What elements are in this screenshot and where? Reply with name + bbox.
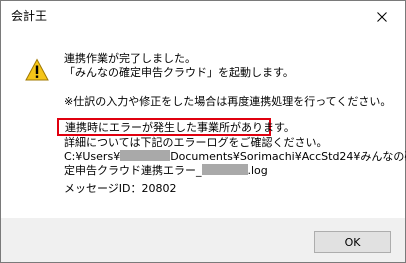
button-bar: OK bbox=[1, 218, 405, 262]
log-path-filename: 定申告クラウド連携エラー_ bbox=[64, 164, 202, 177]
warning-triangle-icon bbox=[25, 58, 49, 81]
title-bar: 会計王 bbox=[1, 1, 405, 32]
message-line-details: 詳細については下記のエラーログをご確認ください。 bbox=[64, 136, 328, 149]
window-title: 会計王 bbox=[11, 9, 48, 23]
log-path-line1: C:¥Users¥ Documents¥Sorimachi¥AccStd24¥みん… bbox=[64, 150, 406, 164]
dialog-content: 連携作業が完了しました。 「みんなの確定申告クラウド」を起動します。 ※仕訳の入… bbox=[1, 32, 406, 218]
log-path-folder: Documents¥Sorimachi¥AccStd24¥みんなの確 bbox=[170, 150, 406, 163]
message-line-note: ※仕訳の入力や修正をした場合は再度連携処理を行ってください。 bbox=[64, 95, 392, 108]
message-line-complete: 連携作業が完了しました。 bbox=[64, 52, 196, 65]
log-path-line2: 定申告クラウド連携エラー_ .log bbox=[64, 164, 268, 178]
log-path-prefix: C:¥Users¥ bbox=[64, 150, 121, 163]
close-button[interactable] bbox=[359, 1, 405, 32]
close-icon bbox=[377, 11, 387, 22]
message-id: メッセージID：20802 bbox=[64, 182, 177, 195]
ok-button[interactable]: OK bbox=[314, 231, 391, 253]
error-highlight-box: 連携時にエラーが発生した事業所があります。 bbox=[57, 118, 295, 136]
dialog-window: 会計王 連携作業が完了しました。 「みんなの確定申告クラウド」を起動します。 ※… bbox=[0, 0, 406, 263]
message-line-error: 連携時にエラーが発生した事業所があります。 bbox=[65, 121, 295, 134]
message-line-launch: 「みんなの確定申告クラウド」を起動します。 bbox=[64, 66, 294, 79]
log-path-extension: .log bbox=[247, 164, 268, 177]
redacted-timestamp bbox=[201, 164, 248, 175]
redacted-username bbox=[120, 150, 171, 161]
